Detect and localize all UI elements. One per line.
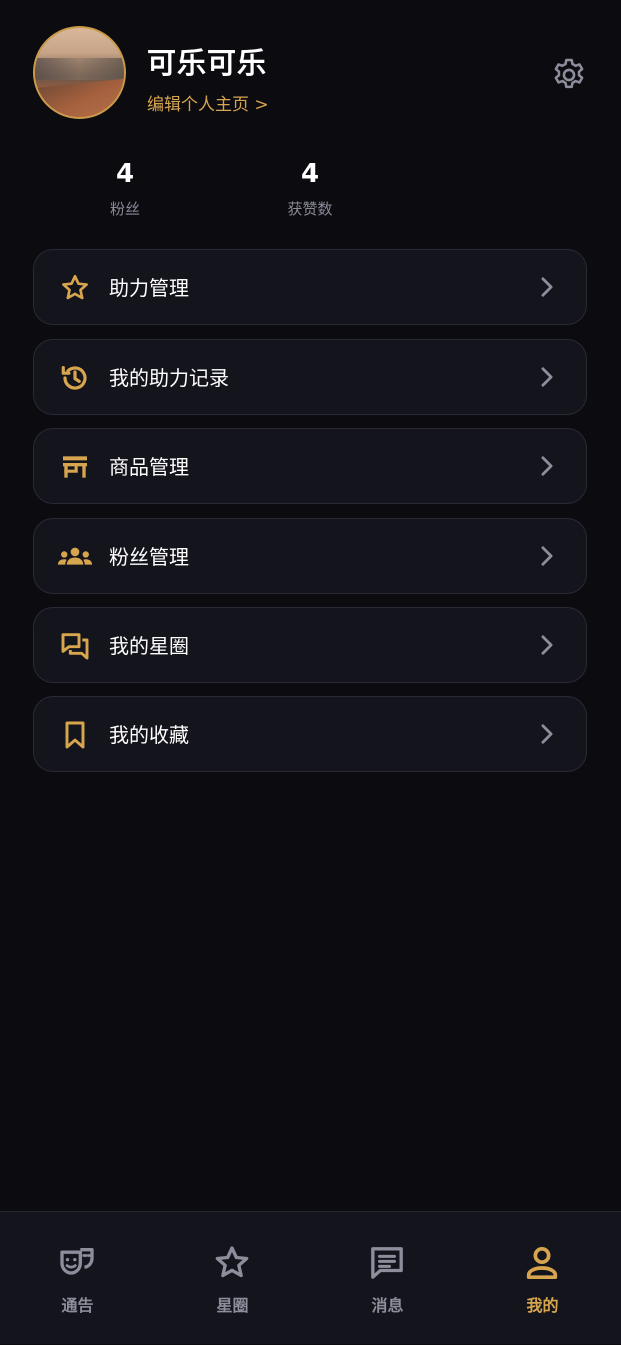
theater-masks-icon xyxy=(60,1248,94,1275)
menu-item-label: 助力管理 xyxy=(109,276,189,300)
bookmark-icon xyxy=(65,721,85,749)
tab-label: 星圈 xyxy=(216,1296,249,1315)
chevron-right-icon xyxy=(541,724,553,744)
chevron-right-icon xyxy=(541,456,553,476)
tab-label: 消息 xyxy=(371,1296,404,1315)
edit-profile-link[interactable]: 编辑个人主页 > xyxy=(147,90,269,115)
menu-item-boost-management[interactable]: 助力管理 xyxy=(33,249,587,325)
menu-item-label: 我的助力记录 xyxy=(109,366,229,390)
history-icon xyxy=(61,366,87,390)
stat-fans[interactable]: 4 粉丝 xyxy=(65,156,185,219)
avatar[interactable] xyxy=(33,26,126,119)
avatar-image-haze xyxy=(35,58,124,80)
tab-star-circle[interactable]: 星圈 xyxy=(155,1212,310,1345)
menu-item-my-favorites[interactable]: 我的收藏 xyxy=(33,696,587,772)
fans-count: 4 xyxy=(115,159,135,189)
store-icon xyxy=(63,456,87,478)
chevron-right-icon xyxy=(541,546,553,566)
likes-label: 获赞数 xyxy=(287,200,333,218)
chevron-right-icon xyxy=(541,635,553,655)
person-icon xyxy=(526,1247,558,1279)
chevron-right-icon xyxy=(541,277,553,297)
tab-me[interactable]: 我的 xyxy=(465,1212,620,1345)
menu-item-label: 粉丝管理 xyxy=(109,545,189,569)
message-icon xyxy=(371,1247,403,1279)
star-outline-icon xyxy=(215,1246,249,1278)
fans-label: 粉丝 xyxy=(109,200,140,218)
chevron-right-icon xyxy=(541,367,553,387)
menu-item-product-management[interactable]: 商品管理 xyxy=(33,428,587,504)
stat-likes[interactable]: 4 获赞数 xyxy=(250,156,370,219)
menu-item-label: 我的收藏 xyxy=(109,723,189,747)
tab-label: 通告 xyxy=(61,1296,94,1315)
chat-bubbles-icon xyxy=(61,633,89,660)
likes-count: 4 xyxy=(300,159,320,189)
bottom-tab-bar: 通告 星圈 消息 我的 xyxy=(0,1211,621,1344)
settings-gear-icon[interactable] xyxy=(550,56,588,94)
menu-item-fans-management[interactable]: 粉丝管理 xyxy=(33,518,587,594)
menu-item-my-star-circle[interactable]: 我的星圈 xyxy=(33,607,587,683)
menu-item-label: 我的星圈 xyxy=(109,634,189,658)
avatar-image-ridge xyxy=(35,76,124,117)
tab-messages[interactable]: 消息 xyxy=(310,1212,465,1345)
menu-item-boost-history[interactable]: 我的助力记录 xyxy=(33,339,587,415)
tab-announcements[interactable]: 通告 xyxy=(0,1212,155,1345)
group-icon xyxy=(57,547,93,565)
tab-label: 我的 xyxy=(526,1296,559,1315)
menu-item-label: 商品管理 xyxy=(109,455,189,479)
username: 可乐可乐 xyxy=(147,46,268,80)
star-icon xyxy=(62,274,88,300)
